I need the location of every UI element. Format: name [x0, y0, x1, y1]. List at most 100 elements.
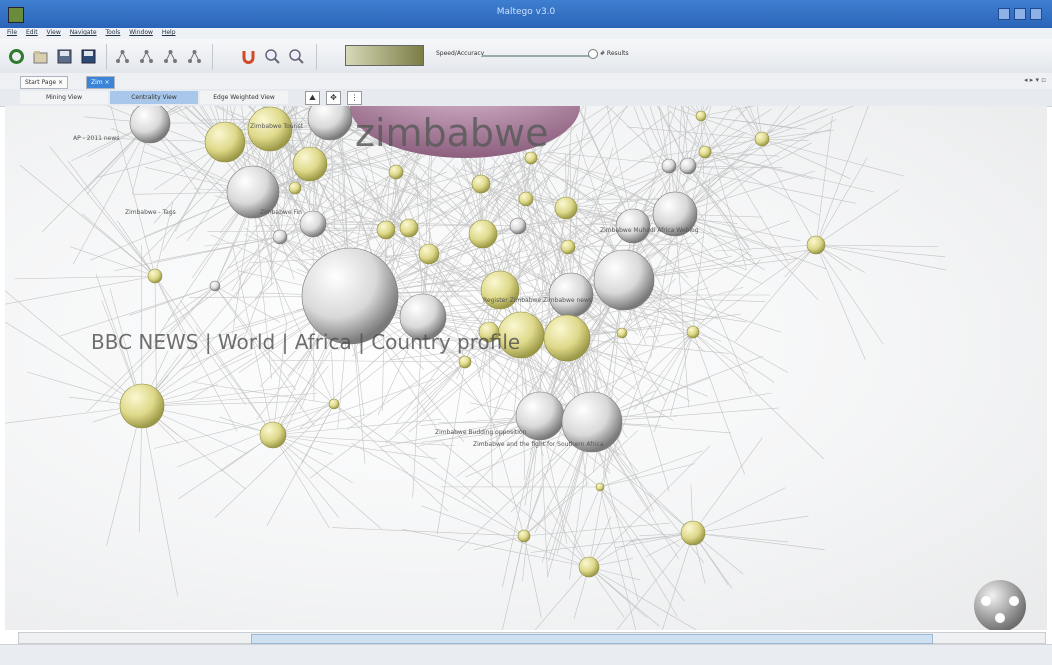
graph-node[interactable] [518, 530, 530, 542]
graph-node[interactable] [419, 244, 439, 264]
graph-edge [180, 300, 273, 435]
graph-node[interactable] [544, 315, 590, 361]
graph-node[interactable] [680, 158, 696, 174]
tab-navigation-arrows[interactable]: ◂ ▸ ▾ ▫ [1024, 76, 1046, 84]
graph-node[interactable] [469, 220, 497, 248]
graph-node[interactable] [549, 273, 593, 317]
graph-edge [524, 536, 541, 617]
menu-window[interactable]: Window [129, 29, 153, 36]
graph-node[interactable] [617, 328, 627, 338]
graph-node[interactable] [459, 356, 471, 368]
graph-node[interactable] [681, 521, 705, 545]
graph-edge [273, 379, 434, 435]
menu-view[interactable]: View [47, 29, 61, 36]
graph-node[interactable] [120, 384, 164, 428]
graph-edge [273, 419, 441, 435]
menu-tools[interactable]: Tools [106, 29, 121, 36]
layout-hierarchical-icon[interactable] [138, 48, 155, 65]
graph-node[interactable] [596, 483, 604, 491]
zoom-to-fit-control[interactable] [345, 45, 424, 66]
graph-node[interactable] [148, 269, 162, 283]
slider-knob[interactable] [588, 49, 598, 59]
node-label: Zimbabwe - Tags [125, 209, 176, 216]
graph-node[interactable] [594, 250, 654, 310]
minimize-button[interactable] [998, 8, 1010, 20]
restore-button[interactable] [1014, 8, 1026, 20]
close-button[interactable] [1030, 8, 1042, 20]
tab-start-page[interactable]: Start Page × [20, 76, 68, 89]
graph-node[interactable] [579, 557, 599, 577]
layout-organic-icon[interactable] [186, 48, 203, 65]
graph-node[interactable] [273, 230, 287, 244]
magnet-icon[interactable] [240, 48, 257, 65]
graph-node[interactable] [519, 192, 533, 206]
graph-node[interactable] [130, 106, 170, 143]
graph-node[interactable] [389, 165, 403, 179]
graph-node[interactable] [293, 147, 327, 181]
tab-label: Zim [91, 79, 103, 86]
graph-node[interactable] [300, 211, 326, 237]
speed-accuracy-slider[interactable] [482, 55, 592, 57]
graph-node[interactable] [561, 240, 575, 254]
graph-node[interactable] [377, 221, 395, 239]
graph-node[interactable] [400, 219, 418, 237]
graph-node[interactable] [696, 111, 706, 121]
graph-node[interactable] [289, 182, 301, 194]
menu-file[interactable]: File [7, 29, 17, 36]
graph-node[interactable] [662, 159, 676, 173]
graph-edge [15, 276, 155, 279]
graph-node[interactable] [210, 281, 220, 291]
tab-zim[interactable]: Zim × [86, 76, 115, 89]
graph-edge [355, 150, 386, 230]
graph-edge [474, 536, 524, 550]
open-icon[interactable] [32, 48, 49, 65]
navigation-widget[interactable] [974, 580, 1026, 630]
graph-edge [68, 161, 155, 276]
graph-edge [693, 533, 788, 542]
graph-node[interactable] [807, 236, 825, 254]
title-bar: Maltego v3.0 [0, 0, 1052, 28]
toolbar-separator [212, 44, 213, 70]
tree-layout-icon[interactable]: ⛰ [305, 91, 320, 105]
hierarchy-layout-icon[interactable]: ⋮ [347, 91, 362, 105]
graph-svg[interactable]: zimbabwe BBC NEWS | World | Africa | Cou… [5, 106, 1047, 630]
graph-edge [310, 362, 465, 478]
menu-navigate[interactable]: Navigate [70, 29, 97, 36]
graph-edge [573, 487, 600, 550]
tab-mining-view[interactable]: Mining View [20, 91, 108, 104]
graph-edge [215, 286, 280, 322]
graph-edge [693, 438, 762, 533]
graph-node[interactable] [510, 218, 526, 234]
graph-node[interactable] [472, 175, 490, 193]
node-label: Zimbabwe Budding opposition [435, 429, 527, 436]
graph-edge [816, 245, 945, 257]
save-icon[interactable] [56, 48, 73, 65]
menu-edit[interactable]: Edit [26, 29, 38, 36]
graph-node[interactable] [555, 197, 577, 219]
scrollbar-thumb[interactable] [251, 634, 933, 644]
horizontal-scrollbar[interactable] [18, 632, 1046, 644]
menu-help[interactable]: Help [162, 29, 176, 36]
tab-centrality-view[interactable]: Centrality View [110, 91, 198, 104]
graph-node[interactable] [329, 399, 339, 409]
layout-centrality-icon[interactable] [162, 48, 179, 65]
graph-node[interactable] [755, 132, 769, 146]
graph-canvas[interactable]: zimbabwe BBC NEWS | World | Africa | Cou… [5, 106, 1047, 630]
graph-node[interactable] [687, 326, 699, 338]
tab-edge-weighted-view[interactable]: Edge Weighted View [200, 91, 288, 104]
toolbar-separator [316, 44, 317, 70]
graph-edge [141, 245, 142, 406]
new-graph-icon[interactable] [8, 48, 25, 65]
graph-node[interactable] [699, 146, 711, 158]
graph-edge [114, 237, 280, 271]
save-as-icon[interactable] [80, 48, 97, 65]
zoom-out-icon[interactable] [288, 48, 305, 65]
zoom-in-icon[interactable] [264, 48, 281, 65]
document-tab-bar [0, 73, 1052, 90]
radial-layout-icon[interactable]: ✥ [326, 91, 341, 105]
graph-node[interactable] [616, 209, 650, 243]
graph-node[interactable] [260, 422, 286, 448]
layout-block-icon[interactable] [114, 48, 131, 65]
graph-edge [524, 523, 670, 536]
graph-node[interactable] [205, 122, 245, 162]
